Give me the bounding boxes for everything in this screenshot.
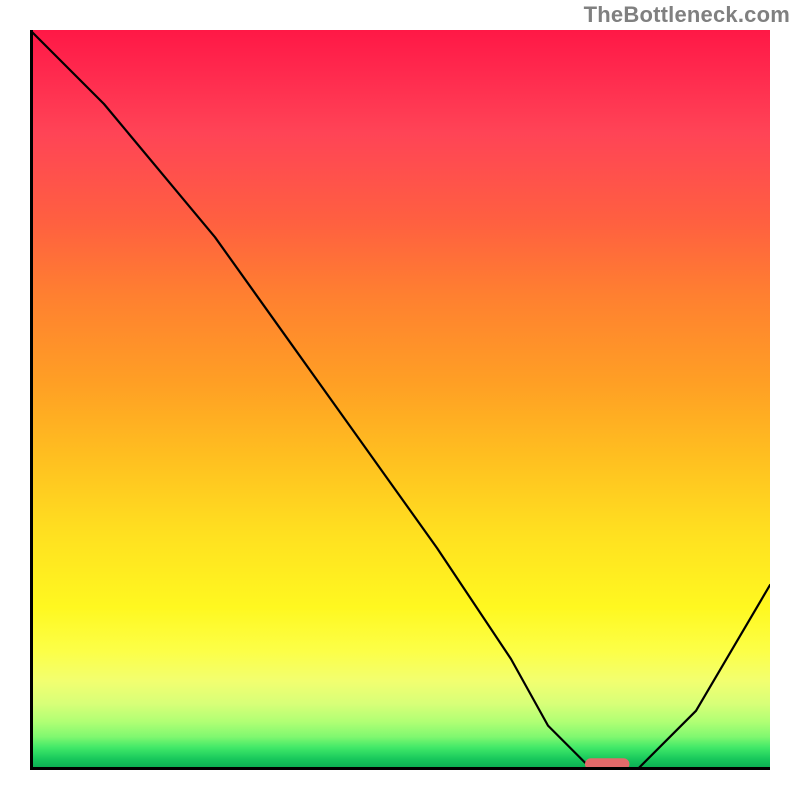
plot-area	[30, 30, 770, 770]
attribution-text: TheBottleneck.com	[584, 2, 790, 28]
chart-container: TheBottleneck.com	[0, 0, 800, 800]
heat-gradient-background	[30, 30, 770, 770]
